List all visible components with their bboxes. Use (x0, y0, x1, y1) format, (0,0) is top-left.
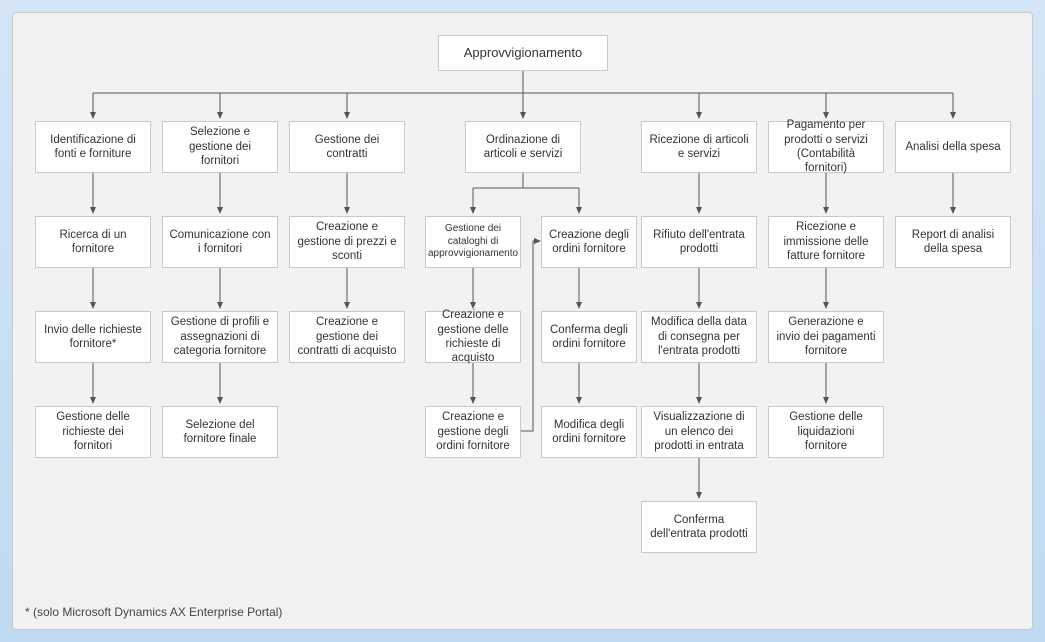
c5-header: Ricezione di articoli e servizi (641, 121, 757, 173)
c5-r2: Modifica della data di consegna per l'en… (641, 311, 757, 363)
c1-r3: Gestione delle richieste dei fornitori (35, 406, 151, 458)
c1-header: Identificazione di fonti e forniture (35, 121, 151, 173)
c5-header-label: Ricezione di articoli e servizi (648, 133, 750, 162)
c7-r1-label: Report di analisi della spesa (902, 228, 1004, 257)
c1-header-label: Identificazione di fonti e forniture (42, 133, 144, 162)
c2-r2-label: Gestione di profili e assegnazioni di ca… (169, 315, 271, 358)
c7-header: Analisi della spesa (895, 121, 1011, 173)
c4-right-r2: Conferma degli ordini fornitore (541, 311, 637, 363)
c3-r2-label: Creazione e gestione dei contratti di ac… (296, 315, 398, 358)
c4-left-r3: Creazione e gestione degli ordini fornit… (425, 406, 521, 458)
c2-r3-label: Selezione del fornitore finale (169, 418, 271, 447)
c2-r3: Selezione del fornitore finale (162, 406, 278, 458)
c3-r1: Creazione e gestione di prezzi e sconti (289, 216, 405, 268)
c4-right-r1: Creazione degli ordini fornitore (541, 216, 637, 268)
c5-r1: Rifiuto dell'entrata prodotti (641, 216, 757, 268)
c2-header: Selezione e gestione dei fornitori (162, 121, 278, 173)
c5-r2-label: Modifica della data di consegna per l'en… (648, 315, 750, 358)
c6-header: Pagamento per prodotti o servizi (Contab… (768, 121, 884, 173)
c1-r1: Ricerca di un fornitore (35, 216, 151, 268)
c7-header-label: Analisi della spesa (905, 140, 1000, 154)
c6-header-label: Pagamento per prodotti o servizi (Contab… (775, 118, 877, 176)
c3-header: Gestione dei contratti (289, 121, 405, 173)
c2-r2: Gestione di profili e assegnazioni di ca… (162, 311, 278, 363)
c3-r1-label: Creazione e gestione di prezzi e sconti (296, 220, 398, 263)
c4-right-r3-label: Modifica degli ordini fornitore (548, 418, 630, 447)
c6-r1-label: Ricezione e immissione delle fatture for… (775, 220, 877, 263)
c6-r1: Ricezione e immissione delle fatture for… (768, 216, 884, 268)
footnote-label: * (solo Microsoft Dynamics AX Enterprise… (25, 605, 282, 619)
c6-r3: Gestione delle liquidazioni fornitore (768, 406, 884, 458)
c4-right-r1-label: Creazione degli ordini fornitore (548, 228, 630, 257)
c4-header: Ordinazione di articoli e servizi (465, 121, 581, 173)
c6-r2: Generazione e invio dei pagamenti fornit… (768, 311, 884, 363)
c2-r1: Comunicazione con i fornitori (162, 216, 278, 268)
diagram-canvas: Approvvigionamento Identificazione di fo… (12, 12, 1033, 630)
c5-r4-label: Conferma dell'entrata prodotti (648, 513, 750, 542)
c4-left-r1-label: Gestione dei cataloghi di approvvigionam… (428, 223, 518, 261)
c4-header-label: Ordinazione di articoli e servizi (472, 133, 574, 162)
footnote: * (solo Microsoft Dynamics AX Enterprise… (25, 605, 282, 619)
root-node: Approvvigionamento (438, 35, 608, 71)
c1-r1-label: Ricerca di un fornitore (42, 228, 144, 257)
c4-left-r2-label: Creazione e gestione delle richieste di … (432, 308, 514, 366)
c2-r1-label: Comunicazione con i fornitori (169, 228, 271, 257)
c7-r1: Report di analisi della spesa (895, 216, 1011, 268)
c5-r1-label: Rifiuto dell'entrata prodotti (648, 228, 750, 257)
c1-r2-label: Invio delle richieste fornitore* (42, 323, 144, 352)
c3-header-label: Gestione dei contratti (296, 133, 398, 162)
c4-right-r3: Modifica degli ordini fornitore (541, 406, 637, 458)
c4-left-r2: Creazione e gestione delle richieste di … (425, 311, 521, 363)
c1-r2: Invio delle richieste fornitore* (35, 311, 151, 363)
c6-r3-label: Gestione delle liquidazioni fornitore (775, 410, 877, 453)
c6-r2-label: Generazione e invio dei pagamenti fornit… (775, 315, 877, 358)
c5-r3: Visualizzazione di un elenco dei prodott… (641, 406, 757, 458)
c3-r2: Creazione e gestione dei contratti di ac… (289, 311, 405, 363)
c2-header-label: Selezione e gestione dei fornitori (169, 125, 271, 168)
c4-left-r3-label: Creazione e gestione degli ordini fornit… (432, 410, 514, 453)
c4-left-r1: Gestione dei cataloghi di approvvigionam… (425, 216, 521, 268)
c5-r3-label: Visualizzazione di un elenco dei prodott… (648, 410, 750, 453)
c1-r3-label: Gestione delle richieste dei fornitori (42, 410, 144, 453)
root-label: Approvvigionamento (464, 45, 583, 61)
c5-r4: Conferma dell'entrata prodotti (641, 501, 757, 553)
c4-right-r2-label: Conferma degli ordini fornitore (548, 323, 630, 352)
